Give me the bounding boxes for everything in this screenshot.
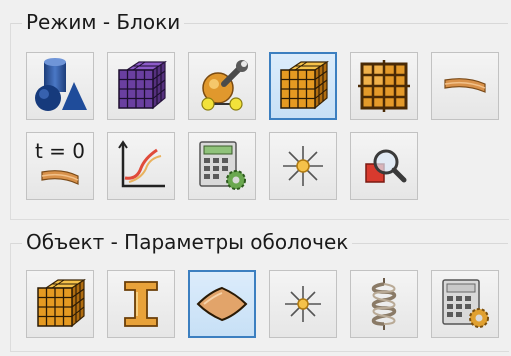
zoom-inspect-icon — [365, 149, 407, 183]
object-blocks-button[interactable] — [26, 270, 94, 338]
wrench-tools-icon — [201, 60, 248, 111]
shell-plate-icon — [444, 78, 486, 93]
point-star-icon — [285, 286, 321, 322]
initial-state-t0-icon: t = 0 — [35, 139, 85, 185]
curve-graph-icon — [118, 140, 165, 188]
mode-group-title: Режим - Блоки — [22, 10, 185, 34]
calculator-settings-button[interactable] — [188, 132, 256, 200]
beam-button[interactable] — [107, 270, 175, 338]
calculator-settings-icon — [199, 141, 246, 190]
blocks-button[interactable] — [269, 52, 337, 120]
point-button[interactable] — [269, 132, 337, 200]
zoom-inspect-button[interactable] — [350, 132, 418, 200]
object-group-title: Объект - Параметры оболочек — [22, 230, 353, 254]
spring-coil-icon — [371, 278, 397, 330]
grid-block-icon — [358, 60, 410, 112]
initial-state-button[interactable]: t = 0 — [26, 132, 94, 200]
t0-label: t = 0 — [35, 139, 85, 163]
shell-button[interactable] — [188, 270, 256, 338]
orange-block-cube-icon — [280, 60, 329, 110]
curve-graph-button[interactable] — [107, 132, 175, 200]
spring-button[interactable] — [350, 270, 418, 338]
tools-button[interactable] — [188, 52, 256, 120]
shell-plate-button[interactable] — [431, 52, 499, 120]
geometry-shapes-icon — [35, 58, 87, 111]
purple-mesh-cube-icon — [118, 60, 167, 110]
orange-block-cube-icon — [37, 278, 86, 328]
calculator-settings-icon — [442, 279, 489, 328]
grid-button[interactable] — [350, 52, 418, 120]
point-star-icon — [283, 146, 323, 186]
beam-i-profile-icon — [124, 281, 158, 327]
shell-diamond-icon — [196, 286, 248, 322]
mesh-button[interactable] — [107, 52, 175, 120]
object-point-button[interactable] — [269, 270, 337, 338]
geometry-button[interactable] — [26, 52, 94, 120]
object-calculator-settings-button[interactable] — [431, 270, 499, 338]
